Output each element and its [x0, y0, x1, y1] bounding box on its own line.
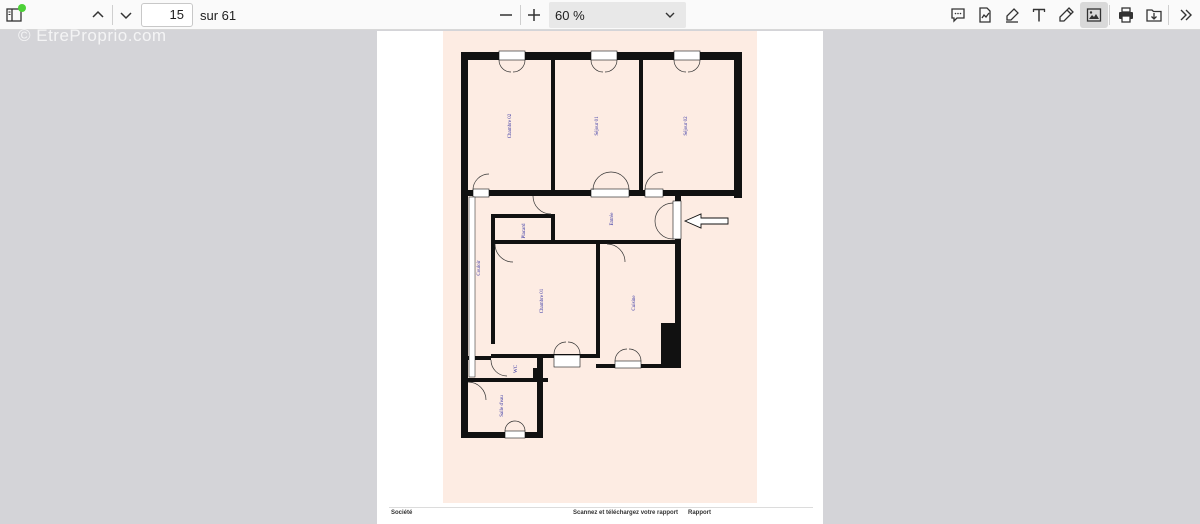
- more-tools-button[interactable]: [1172, 2, 1200, 28]
- room-label-salle-deau: Salle d'eau: [500, 395, 505, 417]
- print-icon: [1119, 7, 1133, 23]
- zoom-in-button[interactable]: [520, 2, 548, 28]
- room-label-wc: WC: [514, 364, 519, 373]
- add-comment-button[interactable]: [944, 2, 972, 28]
- floorplan-drawing: Chambre 02 Séjour 01 Séjour 02 Entrée Pl…: [461, 50, 742, 439]
- room-label-chambre-01: Chambre 01: [540, 288, 545, 313]
- save-icon: [1146, 9, 1162, 22]
- zoom-select[interactable]: 60 %: [549, 2, 686, 28]
- room-label-chambre-02: Chambre 02: [508, 113, 513, 138]
- sign-button[interactable]: [971, 2, 999, 28]
- page-total-label: sur 61: [200, 8, 237, 23]
- plus-icon: [528, 9, 540, 21]
- save-button[interactable]: [1140, 2, 1168, 28]
- footer-col-rapport: Rapport: [688, 510, 711, 516]
- add-text-button[interactable]: [1025, 2, 1053, 28]
- comment-icon: [951, 8, 965, 23]
- footer-col-societe: Société: [391, 510, 413, 516]
- highlight-button[interactable]: [998, 2, 1026, 28]
- footer-col-scan: Scannez et téléchargez votre rapport: [573, 510, 679, 516]
- highlight-icon: [1006, 8, 1019, 23]
- draw-icon: [1059, 7, 1074, 22]
- status-dot-icon: [18, 4, 26, 12]
- chevron-up-icon: [92, 10, 104, 18]
- zoom-value: 60 %: [555, 7, 585, 23]
- chevron-down-icon: [120, 12, 132, 20]
- document-page: Chambre 02 Séjour 01 Séjour 02 Entrée Pl…: [377, 31, 823, 524]
- room-label-entree: Entrée: [610, 212, 615, 226]
- room-label-cuisine: Cuisine: [632, 295, 637, 311]
- room-label-sejour-01: Séjour 01: [595, 116, 600, 136]
- add-image-button[interactable]: [1080, 2, 1108, 28]
- zoom-out-button[interactable]: [492, 2, 520, 28]
- draw-button[interactable]: [1052, 2, 1080, 28]
- more-icon: [1180, 9, 1192, 21]
- toolbar-divider: [1109, 5, 1110, 25]
- image-icon: [1086, 8, 1102, 22]
- page-number-input[interactable]: 15: [141, 3, 193, 27]
- room-label-placard: Placard: [522, 223, 527, 238]
- watermark: © EtreProprio.com: [18, 26, 167, 45]
- chevron-down-icon: [665, 12, 675, 18]
- pdf-toolbar: 15 sur 61 60 %: [0, 0, 1200, 30]
- previous-page-button[interactable]: [84, 2, 112, 28]
- room-label-couloir: Couloir: [477, 260, 482, 276]
- room-label-sejour-02: Séjour 02: [684, 116, 689, 136]
- toolbar-divider: [1168, 5, 1169, 25]
- minus-icon: [500, 14, 512, 16]
- next-page-button[interactable]: [112, 2, 140, 28]
- sign-icon: [979, 7, 991, 23]
- text-icon: [1032, 8, 1046, 22]
- print-button[interactable]: [1112, 2, 1140, 28]
- footer-divider: [389, 507, 813, 508]
